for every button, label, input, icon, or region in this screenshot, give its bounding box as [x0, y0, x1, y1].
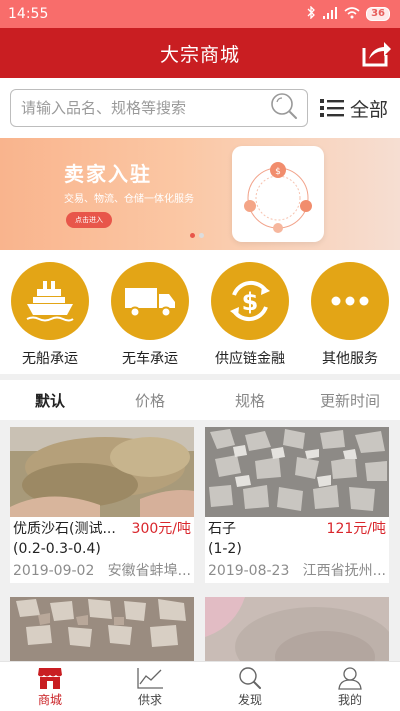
banner-illustration: $: [232, 146, 324, 242]
promo-banner[interactable]: 卖家入驻 交易、物流、仓储一体化服务 点击进入 $: [0, 138, 400, 250]
status-bar: 14:55 36: [0, 0, 400, 28]
service-truck[interactable]: 无车承运: [105, 262, 195, 374]
nav-label: 商城: [37, 692, 62, 707]
tab-update-time[interactable]: 更新时间: [305, 390, 395, 411]
service-other[interactable]: 其他服务: [305, 262, 395, 374]
tab-default[interactable]: 默认: [5, 390, 95, 411]
service-label: 无车承运: [122, 351, 178, 367]
share-icon: [362, 42, 391, 67]
service-ship[interactable]: 无船承运: [5, 262, 95, 374]
nav-discover[interactable]: 发现: [210, 666, 290, 708]
search-box[interactable]: [10, 89, 308, 127]
svg-text:$: $: [242, 288, 259, 316]
store-icon: [38, 667, 62, 689]
product-name: 优质沙石(测试...: [13, 521, 116, 537]
status-icons: 36: [307, 5, 390, 22]
status-time: 14:55: [8, 6, 49, 22]
search-icon[interactable]: [269, 91, 299, 125]
nav-supply-demand[interactable]: 供求: [110, 666, 190, 708]
bluetooth-icon: [307, 5, 316, 22]
product-card[interactable]: [205, 597, 389, 661]
all-categories-label: 全部: [350, 98, 389, 121]
product-card[interactable]: [10, 597, 194, 661]
pager-dot: [199, 233, 204, 238]
tab-price[interactable]: 价格: [105, 390, 195, 411]
services-grid: 无船承运 无车承运 $ 供应链金融 其他服务: [0, 250, 400, 374]
search-row: 全部: [0, 78, 400, 138]
product-image-gravel: [205, 427, 389, 517]
product-location: 江西省抚州...: [302, 563, 386, 579]
product-grid: 优质沙石(测试... 300元/吨 (0.2-0.3-0.4) 2019-09-…: [0, 420, 400, 661]
product-card[interactable]: 石子 121元/吨 (1-2) 2019-08-23 江西省抚州...: [205, 427, 389, 583]
nav-store[interactable]: 商城: [10, 666, 90, 708]
product-location: 安徽省蚌埠...: [107, 563, 191, 579]
chart-icon: [137, 667, 163, 689]
share-button[interactable]: [360, 38, 392, 68]
banner-title: 卖家入驻: [64, 162, 152, 186]
sort-tabs: 默认 价格 规格 更新时间: [0, 380, 400, 420]
pager-dot-active: [190, 233, 195, 238]
tab-spec[interactable]: 规格: [205, 390, 295, 411]
service-label: 无船承运: [22, 351, 78, 367]
nav-label: 供求: [137, 692, 162, 707]
discover-search-icon: [239, 666, 261, 689]
product-info: 优质沙石(测试... 300元/吨 (0.2-0.3-0.4) 2019-09-…: [10, 517, 194, 583]
product-image-sand: [10, 427, 194, 517]
app-header: 大宗商城: [0, 28, 400, 78]
all-categories-button[interactable]: 全部: [320, 95, 388, 122]
service-supply-chain-finance[interactable]: $ 供应链金融: [205, 262, 295, 374]
product-date: 2019-09-02: [13, 563, 95, 579]
truck-icon: [111, 262, 189, 340]
nav-profile[interactable]: 我的: [310, 666, 390, 708]
product-date: 2019-08-23: [208, 563, 290, 579]
signal-icon: [322, 6, 338, 22]
page-title: 大宗商城: [159, 43, 240, 66]
ship-icon: [11, 262, 89, 340]
product-price: 121元/吨: [326, 521, 386, 537]
product-spec: (1-2): [208, 541, 242, 557]
more-dots-icon: [311, 262, 389, 340]
search-input[interactable]: [21, 99, 269, 117]
product-card[interactable]: 优质沙石(测试... 300元/吨 (0.2-0.3-0.4) 2019-09-…: [10, 427, 194, 583]
nav-label: 我的: [337, 692, 362, 707]
user-icon: [338, 666, 362, 690]
product-spec: (0.2-0.3-0.4): [13, 541, 101, 557]
svg-text:$: $: [275, 167, 281, 177]
service-label: 供应链金融: [215, 351, 285, 367]
bottom-nav: 商城 供求 发现 我的: [0, 661, 400, 711]
nav-label: 发现: [237, 692, 262, 707]
product-image-stones: [10, 597, 194, 661]
banner-enter-button[interactable]: 点击进入: [66, 212, 112, 228]
product-info: 石子 121元/吨 (1-2) 2019-08-23 江西省抚州...: [205, 517, 389, 583]
service-label: 其他服务: [322, 351, 378, 367]
product-name: 石子: [208, 521, 236, 537]
banner-subtitle: 交易、物流、仓储一体化服务: [64, 194, 194, 205]
wifi-icon: [344, 6, 360, 22]
battery-indicator: 36: [366, 7, 390, 21]
banner-pager: [190, 233, 204, 238]
product-price: 300元/吨: [131, 521, 191, 537]
list-icon: [320, 99, 344, 117]
dollar-cycle-icon: $: [211, 262, 289, 340]
product-image-powder: [205, 597, 389, 661]
